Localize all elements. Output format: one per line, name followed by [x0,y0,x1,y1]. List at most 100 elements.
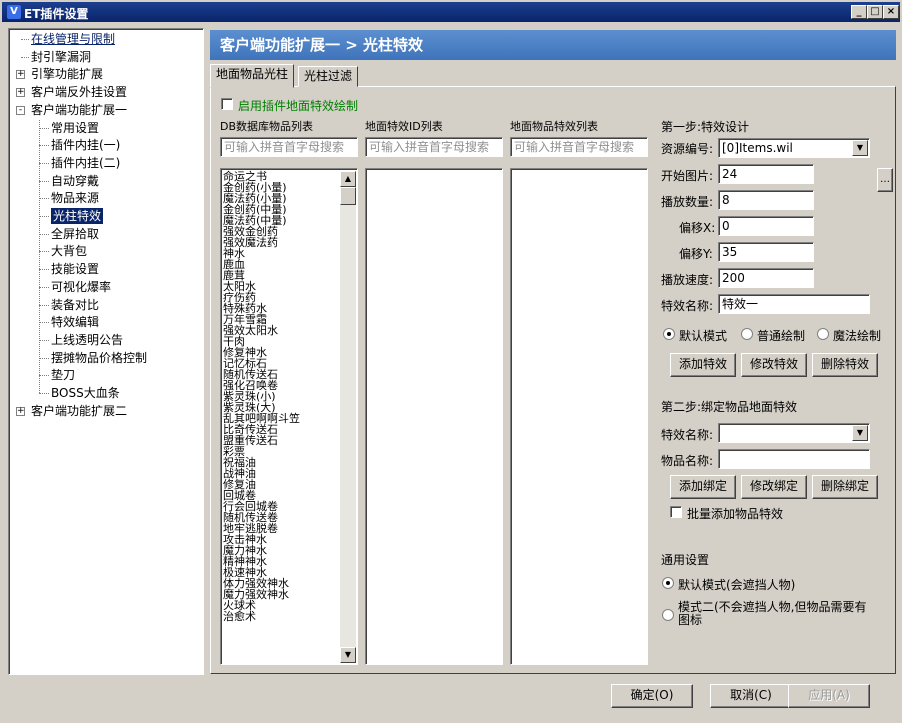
general-mode2-label: 模式二(不会遮挡人物,但物品需要有图标 [678,600,867,627]
tree-item[interactable]: 客户端功能扩展一 [31,102,127,118]
tree-connector [21,39,29,40]
resource-label: 资源编号: [661,142,714,156]
effect-name-input[interactable]: 特效一 [718,294,870,314]
tree-connector [39,145,49,147]
tab-glow-filter[interactable]: 光柱过滤 [298,66,359,87]
general-mode1-radio[interactable] [662,577,674,589]
tree-item[interactable]: 特效编辑 [51,314,99,330]
modify-binding-button[interactable]: 修改绑定 [741,475,807,499]
tree-connector [39,216,49,217]
tree-item[interactable]: 客户端反外挂设置 [31,84,127,100]
tab-ground-item-glow[interactable]: 地面物品光柱 [210,64,295,88]
tree-item[interactable]: 插件内挂(二) [51,155,120,171]
tree-connector [39,127,49,129]
db-item-list[interactable]: 命运之书 金创药(小量) 魔法药(小量) 金创药(中量) 魔法药(中量) 强效金创药 强效魔… [220,168,358,665]
window-title: ET插件设置 [24,7,89,21]
chevron-down-icon[interactable]: ▼ [852,140,868,156]
tree-expander-icon[interactable]: + [16,406,25,416]
minimize-button[interactable]: _ [851,5,867,19]
title-bar[interactable]: V ET插件设置 _ □ × [2,2,900,22]
delete-effect-button[interactable]: 删除特效 [812,353,878,377]
start-image-input[interactable]: 24 [718,164,814,184]
mode-normal-radio[interactable] [741,328,753,340]
tree-connector [39,162,49,164]
effect-search-input[interactable]: 可输入拼音首字母搜索 [510,137,648,157]
tree-connector [21,56,29,58]
tree-item[interactable]: 垫刀 [51,367,75,383]
ground-effect-list[interactable] [510,168,648,665]
maximize-button[interactable]: □ [867,5,883,19]
tree-item[interactable]: 摆摊物品价格控制 [51,350,147,366]
tree-item[interactable]: 常用设置 [51,120,99,136]
general-mode2-radio[interactable] [662,609,674,621]
mode-default-radio[interactable] [663,328,675,340]
play-speed-input[interactable]: 200 [718,268,814,288]
tree-item[interactable]: 客户端功能扩展二 [31,403,127,419]
close-button[interactable]: × [883,5,899,19]
tree-item[interactable]: 插件内挂(一) [51,137,120,153]
item-name-label: 物品名称: [661,454,714,468]
step2-title: 第二步:绑定物品地面特效 [661,400,798,414]
start-image-label: 开始图片: [661,169,714,183]
offset-x-label: 偏移X: [679,221,716,235]
bind-effect-name-label: 特效名称: [661,428,714,442]
effect-name-label: 特效名称: [661,299,714,313]
tree-item[interactable]: 技能设置 [51,261,99,277]
scroll-thumb[interactable] [340,187,356,205]
id-list-header: 地面特效ID列表 [365,120,443,133]
mode-default-label: 默认模式 [679,329,728,343]
effect-list-header: 地面物品特效列表 [510,120,598,133]
tree-item[interactable]: 光柱特效 [51,208,104,224]
enable-effect-checkbox[interactable] [221,98,233,110]
modify-effect-button[interactable]: 修改特效 [741,353,807,377]
add-effect-button[interactable]: 添加特效 [670,353,736,377]
side-button[interactable]: … [877,168,893,192]
ok-button[interactable]: 确定(O) [611,684,693,708]
offset-x-input[interactable]: 0 [718,216,814,236]
tree-item[interactable]: 引擎功能扩展 [31,66,103,82]
tree-connector [39,119,40,393]
tree-expander-icon[interactable]: + [16,70,25,80]
scroll-down-icon[interactable]: ▼ [340,647,356,663]
app-logo-icon: V [7,5,21,19]
resource-select[interactable]: [0]Items.wil ▼ [718,138,870,158]
cancel-button[interactable]: 取消(C) [710,684,792,708]
delete-binding-button[interactable]: 删除绑定 [812,475,878,499]
tree-connector [39,322,49,324]
page-title: 客户端功能扩展一 > 光柱特效 [210,30,896,60]
tree-connector [39,269,49,271]
offset-y-label: 偏移Y: [679,247,713,261]
mode-normal-label: 普通绘制 [757,329,806,343]
play-count-input[interactable]: 8 [718,190,814,210]
tree-item[interactable]: 装备对比 [51,297,99,313]
tree-connector [39,198,49,200]
db-list-item[interactable]: 治愈术 [221,611,341,622]
tree-item[interactable]: 全屏拾取 [51,226,99,242]
tree-item[interactable]: 物品来源 [51,190,99,206]
chevron-down-icon[interactable]: ▼ [852,425,868,441]
effect-id-list[interactable] [365,168,503,665]
settings-tree[interactable]: 在线管理与限制 封引擎漏洞 + 引擎功能扩展 + 客户端反外挂设置 - 客户端功能扩展一常用设… [8,28,204,675]
id-search-input[interactable]: 可输入拼音首字母搜索 [365,137,503,157]
bind-effect-select[interactable]: ▼ [718,423,870,443]
db-list-scrollbar[interactable]: ▲ ▼ [340,171,356,663]
tree-expander-icon[interactable]: - [16,105,25,115]
tree-item[interactable]: 自动穿戴 [51,173,99,189]
add-binding-button[interactable]: 添加绑定 [670,475,736,499]
mode-magic-radio[interactable] [817,328,829,340]
app-window: V ET插件设置 _ □ × 在线管理与限制 封引擎漏洞 + 引擎功能扩展 + 客户端反外… [0,0,902,723]
tree-expander-icon[interactable]: + [16,88,25,98]
apply-button[interactable]: 应用(A) [788,684,870,708]
db-search-input[interactable]: 可输入拼音首字母搜索 [220,137,358,157]
tree-item[interactable]: 封引擎漏洞 [31,49,91,65]
tree-connector [39,375,49,377]
tree-item[interactable]: 在线管理与限制 [31,31,115,47]
offset-y-input[interactable]: 35 [718,242,814,262]
scroll-up-icon[interactable]: ▲ [340,171,356,187]
tree-item[interactable]: 上线透明公告 [51,332,123,348]
item-name-input[interactable] [718,449,870,469]
tree-item[interactable]: 可视化爆率 [51,279,111,295]
tree-item[interactable]: 大背包 [51,243,87,259]
batch-add-checkbox[interactable] [670,506,682,518]
tree-item[interactable]: BOSS大血条 [51,385,120,401]
